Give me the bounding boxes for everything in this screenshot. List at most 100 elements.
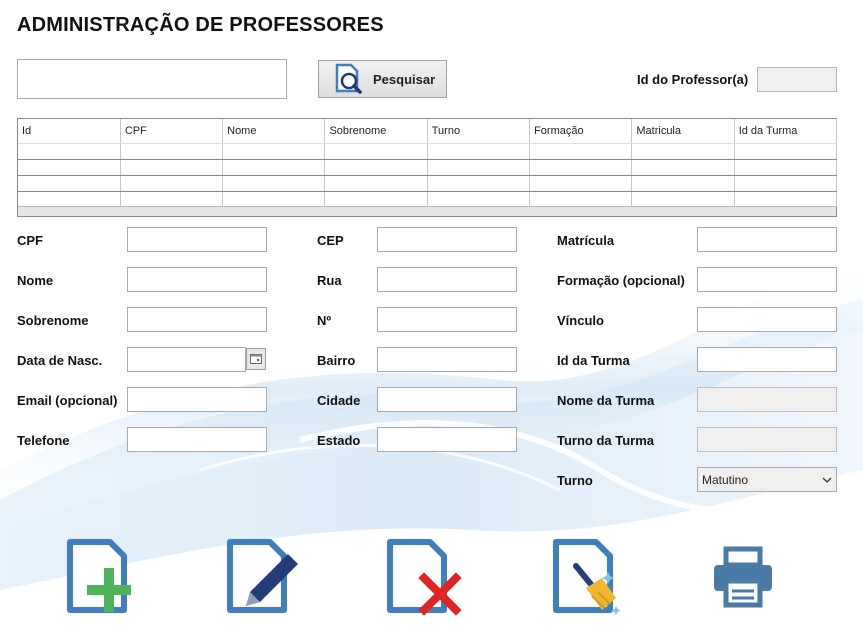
- add-document-icon: [67, 539, 131, 613]
- table-cell[interactable]: [427, 175, 531, 192]
- table-cell[interactable]: [18, 175, 121, 192]
- clear-button[interactable]: [546, 536, 626, 616]
- search-button-label: Pesquisar: [373, 71, 436, 87]
- sobrenome-field[interactable]: [127, 307, 267, 332]
- table-cell[interactable]: [18, 159, 121, 176]
- table-row[interactable]: [18, 191, 838, 208]
- table-cell[interactable]: [529, 175, 633, 192]
- table-cell[interactable]: [734, 191, 838, 208]
- data-nasc-field[interactable]: [127, 347, 246, 372]
- sobrenome-label: Sobrenome: [17, 313, 89, 328]
- table-cell[interactable]: [324, 175, 428, 192]
- turno-turma-label: Turno da Turma: [557, 433, 655, 448]
- table-cell[interactable]: [222, 159, 326, 176]
- printer-icon: [714, 546, 772, 608]
- delete-document-icon: [387, 539, 462, 616]
- table-cell[interactable]: [734, 175, 838, 192]
- chevron-down-icon: [822, 477, 832, 483]
- table-cell[interactable]: [120, 191, 224, 208]
- search-document-icon: [335, 63, 362, 94]
- estado-label: Estado: [317, 433, 361, 448]
- nome-turma-field: [697, 387, 837, 412]
- id-turma-field[interactable]: [697, 347, 837, 372]
- bairro-field[interactable]: [377, 347, 517, 372]
- table-cell[interactable]: [120, 143, 224, 160]
- table-cell[interactable]: [324, 159, 428, 176]
- search-input[interactable]: [17, 59, 287, 99]
- turno-selected-value: Matutino: [702, 472, 749, 487]
- column-header[interactable]: Nome: [222, 119, 326, 144]
- table-cell[interactable]: [18, 143, 121, 160]
- formacao-field[interactable]: [697, 267, 837, 292]
- table-cell[interactable]: [120, 159, 224, 176]
- nome-field[interactable]: [127, 267, 267, 292]
- column-header[interactable]: CPF: [120, 119, 224, 144]
- table-cell[interactable]: [324, 143, 428, 160]
- cep-label: CEP: [317, 233, 344, 248]
- table-cell[interactable]: [734, 159, 838, 176]
- table-cell[interactable]: [222, 191, 326, 208]
- bairro-label: Bairro: [317, 353, 356, 368]
- nome-label: Nome: [17, 273, 54, 288]
- table-cell[interactable]: [324, 191, 428, 208]
- numero-field[interactable]: [377, 307, 517, 332]
- column-header[interactable]: Matricula: [631, 119, 735, 144]
- table-row[interactable]: [18, 159, 838, 176]
- table-cell[interactable]: [631, 143, 735, 160]
- edit-button[interactable]: [222, 536, 302, 616]
- column-header[interactable]: Turno: [427, 119, 531, 144]
- id-professor-field: [757, 67, 837, 92]
- professors-table[interactable]: Id CPF Nome Sobrenome Turno Formação Mat…: [17, 118, 838, 217]
- table-cell[interactable]: [631, 175, 735, 192]
- print-button[interactable]: [703, 536, 783, 616]
- cep-field[interactable]: [377, 227, 517, 252]
- matricula-field[interactable]: [697, 227, 837, 252]
- table-cell[interactable]: [427, 191, 531, 208]
- rua-label: Rua: [317, 273, 342, 288]
- email-field[interactable]: [127, 387, 267, 412]
- table-cell[interactable]: [631, 191, 735, 208]
- column-header[interactable]: Formação: [529, 119, 633, 144]
- cpf-field[interactable]: [127, 227, 267, 252]
- delete-button[interactable]: [382, 536, 462, 616]
- table-cell[interactable]: [529, 159, 633, 176]
- search-button[interactable]: Pesquisar: [318, 60, 447, 98]
- rua-field[interactable]: [377, 267, 517, 292]
- email-label: Email (opcional): [17, 393, 118, 408]
- id-turma-label: Id da Turma: [557, 353, 630, 368]
- cidade-label: Cidade: [317, 393, 361, 408]
- telefone-field[interactable]: [127, 427, 267, 452]
- add-button[interactable]: [62, 536, 142, 616]
- calendar-button[interactable]: [246, 348, 266, 370]
- calendar-icon: [250, 354, 262, 364]
- table-cell[interactable]: [222, 143, 326, 160]
- cpf-label: CPF: [17, 233, 43, 248]
- vinculo-label: Vínculo: [557, 313, 604, 328]
- table-cell[interactable]: [18, 191, 121, 208]
- table-cell[interactable]: [120, 175, 224, 192]
- table-cell[interactable]: [427, 159, 531, 176]
- table-cell[interactable]: [529, 143, 633, 160]
- column-header[interactable]: Id da Turma: [734, 119, 838, 144]
- table-row[interactable]: [18, 175, 838, 192]
- turno-select[interactable]: Matutino: [697, 467, 837, 492]
- matricula-label: Matrícula: [557, 233, 615, 248]
- column-header[interactable]: Sobrenome: [324, 119, 428, 144]
- cidade-field[interactable]: [377, 387, 517, 412]
- table-cell[interactable]: [631, 159, 735, 176]
- vinculo-field[interactable]: [697, 307, 837, 332]
- column-header[interactable]: Id: [18, 119, 121, 144]
- id-professor-label: Id do Professor(a): [637, 72, 749, 87]
- edit-document-icon: [227, 539, 298, 613]
- horizontal-scrollbar[interactable]: [18, 206, 836, 216]
- table-cell[interactable]: [222, 175, 326, 192]
- table-cell[interactable]: [427, 143, 531, 160]
- nome-turma-label: Nome da Turma: [557, 393, 655, 408]
- table-header-row: Id CPF Nome Sobrenome Turno Formação Mat…: [18, 119, 838, 144]
- estado-field[interactable]: [377, 427, 517, 452]
- turno-label: Turno: [557, 473, 593, 488]
- table-row[interactable]: [18, 143, 838, 160]
- table-cell[interactable]: [529, 191, 633, 208]
- table-cell[interactable]: [734, 143, 838, 160]
- numero-label: Nº: [317, 313, 332, 328]
